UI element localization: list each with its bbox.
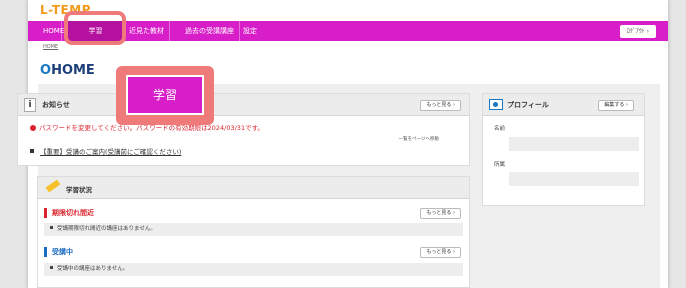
- pencil-icon: [45, 179, 61, 193]
- logout-button[interactable]: ﾛｸﾞｱｳﾄ ›: [619, 25, 656, 38]
- page-title-marker: O: [40, 63, 52, 78]
- profile-edit-button[interactable]: 編集する ›: [598, 100, 634, 111]
- info-icon: i: [24, 98, 36, 112]
- profile-card-icon: [489, 99, 503, 110]
- profile-panel-header: プロフィール 編集する ›: [483, 94, 644, 116]
- affiliation-label: 所属: [494, 162, 506, 168]
- deadline-more-button[interactable]: もっと見る ›: [420, 208, 461, 219]
- zoom-callout-label: 学習: [126, 75, 204, 115]
- deadline-section-title: 期限切れ間近: [44, 208, 94, 218]
- profile-panel: プロフィール 編集する › 名前 所属: [482, 93, 645, 206]
- nav-highlight-callout: [64, 11, 126, 45]
- page-title: OHOME: [40, 63, 95, 78]
- info-panel: i お知らせ もっと見る › パスワードを変更してください。パスワードの有効期限…: [17, 93, 470, 166]
- zoom-callout: 学習: [116, 66, 214, 125]
- nav-home[interactable]: HOME: [38, 21, 64, 41]
- name-value: [509, 137, 639, 151]
- active-empty-text: 受講中の講座はありません。: [57, 266, 129, 272]
- deadline-empty-message: 受講期限切れ間近の講座はありません。: [44, 223, 463, 236]
- info-list-link[interactable]: 一覧をページへ移動: [399, 136, 439, 142]
- bullet-icon: [30, 149, 34, 153]
- profile-panel-title: プロフィール: [507, 101, 549, 109]
- alert-icon: [30, 125, 36, 131]
- affiliation-value: [509, 172, 639, 186]
- info-panel-header: i お知らせ もっと見る ›: [18, 94, 469, 116]
- bullet-icon: [50, 266, 53, 269]
- active-empty-message: 受講中の講座はありません。: [44, 263, 463, 276]
- page-title-text: HOME: [51, 63, 95, 78]
- bullet-icon: [50, 226, 53, 229]
- notice-item: 【重要】受講のご案内(受講前にご確認ください): [30, 146, 181, 156]
- breadcrumb[interactable]: HOME: [43, 44, 58, 50]
- info-more-button[interactable]: もっと見る ›: [420, 100, 461, 111]
- nav-recent-materials[interactable]: 近見た教材: [124, 21, 170, 41]
- active-more-button[interactable]: もっと見る ›: [420, 247, 461, 258]
- name-label: 名前: [494, 126, 506, 132]
- notice-link[interactable]: 【重要】受講のご案内(受講前にご確認ください): [40, 148, 181, 156]
- nav-past-courses[interactable]: 過去の受講講座: [180, 21, 240, 41]
- info-panel-title: お知らせ: [42, 101, 70, 109]
- active-section-title: 受講中: [44, 247, 73, 257]
- study-panel-header: 学習状況: [38, 177, 469, 199]
- study-panel: 学習状況 期限切れ間近 もっと見る › 受講期限切れ間近の講座はありません。 受…: [37, 176, 470, 288]
- password-warning-text: パスワードを変更してください。パスワードの有効期限は2024/03/31です。: [39, 124, 264, 132]
- study-panel-title: 学習状況: [66, 186, 92, 194]
- deadline-empty-text: 受講期限切れ間近の講座はありません。: [57, 226, 156, 232]
- nav-settings[interactable]: 設定: [238, 21, 262, 41]
